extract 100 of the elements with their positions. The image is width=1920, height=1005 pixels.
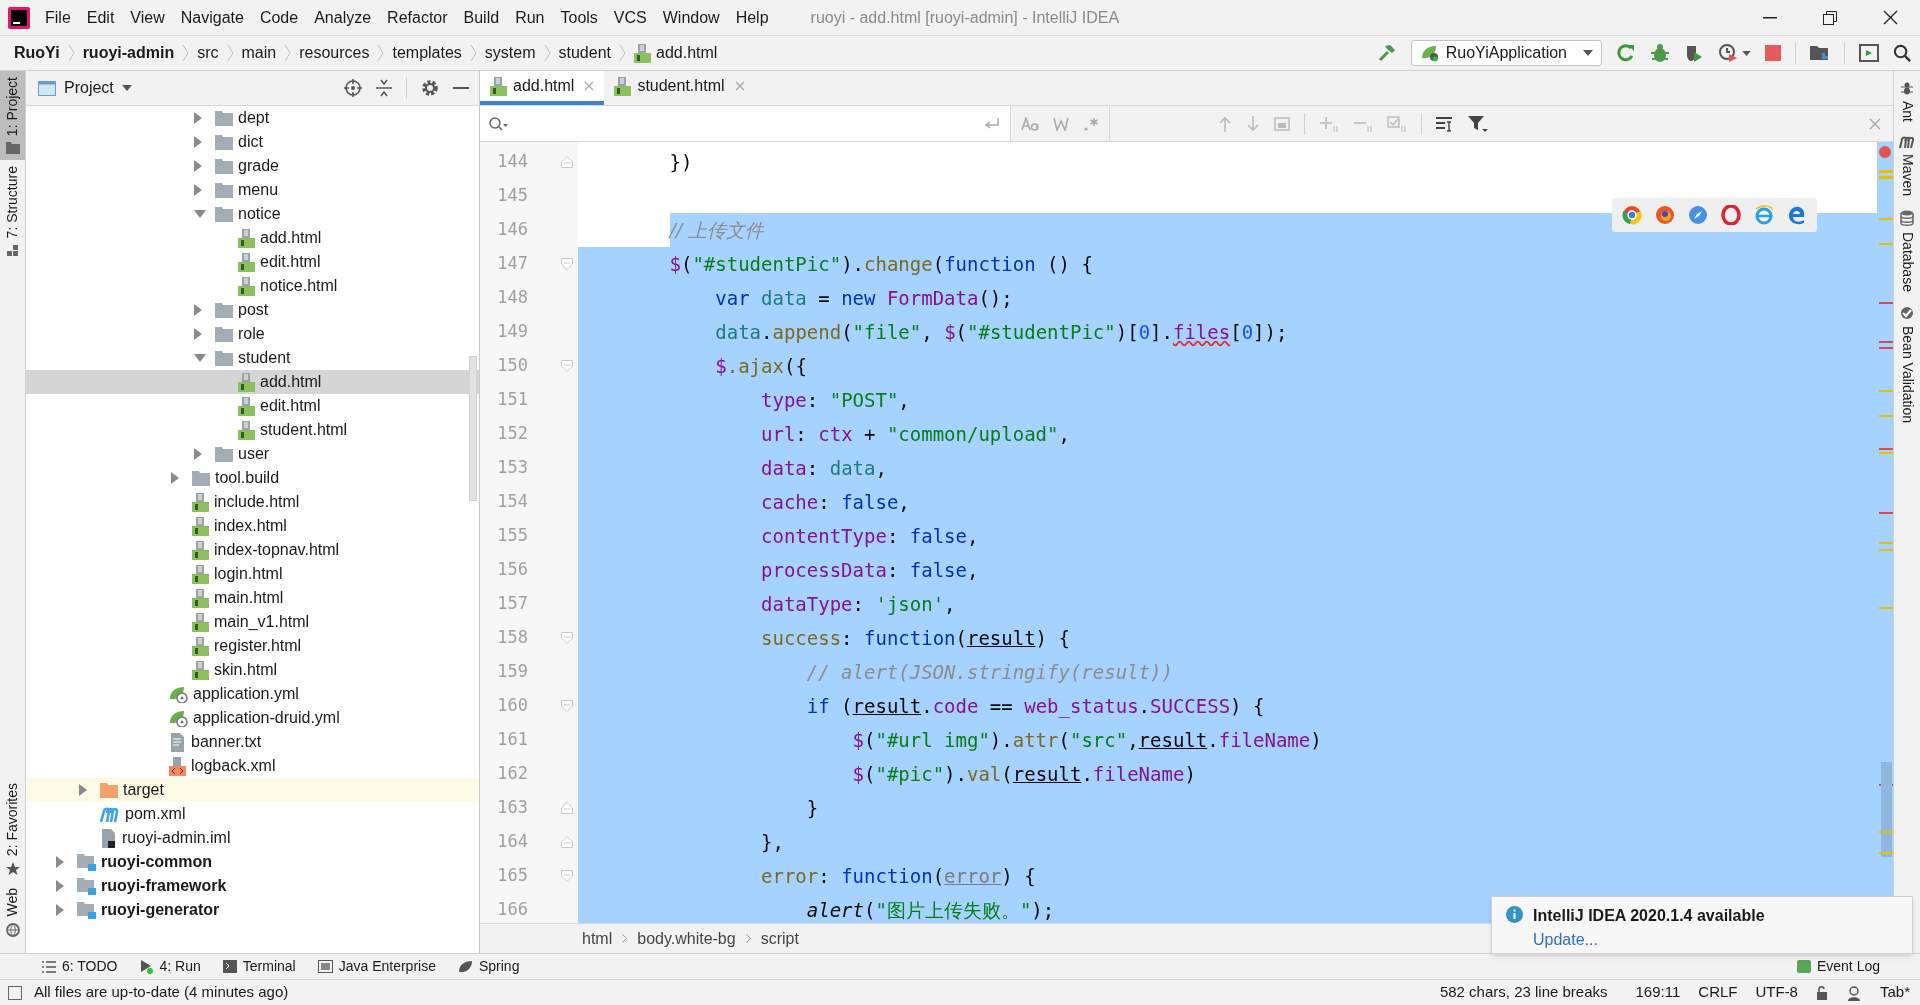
firefox-browser-icon[interactable]: [1655, 205, 1675, 225]
scrollbar-thumb[interactable]: [469, 356, 477, 501]
tree-item[interactable]: login.html: [26, 562, 479, 586]
main-menu-item[interactable]: Build: [455, 1, 508, 34]
collapse-icon[interactable]: [376, 79, 392, 97]
tree-item[interactable]: ruoyi-admin.iml: [26, 826, 479, 850]
project-structure-icon[interactable]: [1810, 44, 1830, 62]
tree-item[interactable]: add.html: [26, 226, 479, 250]
close-icon[interactable]: [1869, 117, 1881, 130]
collapsed-arrow-icon[interactable]: [194, 112, 202, 124]
tree-item[interactable]: student: [26, 346, 479, 370]
main-menu-item[interactable]: View: [122, 1, 173, 34]
tree-item[interactable]: notice: [26, 202, 479, 226]
tree-item[interactable]: ruoyi-generator: [26, 898, 479, 922]
breadcrumb-item[interactable]: main: [241, 41, 277, 65]
tree-item[interactable]: main.html: [26, 586, 479, 610]
opera-browser-icon[interactable]: [1721, 205, 1741, 225]
tree-item[interactable]: dict: [26, 130, 479, 154]
collapsed-arrow-icon[interactable]: [194, 304, 202, 316]
tree-item[interactable]: index-topnav.html: [26, 538, 479, 562]
expanded-arrow-icon[interactable]: [194, 354, 206, 362]
tree-item[interactable]: register.html: [26, 634, 479, 658]
collapsed-arrow-icon[interactable]: [194, 448, 202, 460]
tool-window-button[interactable]: 4: Run: [139, 956, 201, 977]
run-config-dropdown[interactable]: RuoYiApplication: [1410, 40, 1602, 66]
tool-window-tab[interactable]: Bean Validation: [1894, 296, 1920, 428]
whole-word-icon[interactable]: [1053, 116, 1069, 131]
tree-item[interactable]: index.html: [26, 514, 479, 538]
main-menu-item[interactable]: Run: [507, 1, 553, 34]
regex-icon[interactable]: [1083, 116, 1099, 131]
tree-item[interactable]: dept: [26, 106, 479, 130]
tool-window-tab[interactable]: Maven: [1894, 126, 1920, 201]
hammer-icon[interactable]: [1376, 43, 1397, 63]
tree-item[interactable]: main_v1.html: [26, 610, 479, 634]
close-icon[interactable]: [584, 81, 595, 91]
caret-icon[interactable]: [1742, 50, 1751, 56]
tree-item[interactable]: role: [26, 322, 479, 346]
tree-item[interactable]: student.html: [26, 418, 479, 442]
tree-item[interactable]: post: [26, 298, 479, 322]
target-icon[interactable]: [344, 79, 362, 97]
tool-window-tab[interactable]: Web: [0, 882, 25, 943]
tree-item[interactable]: edit.html: [26, 250, 479, 274]
coverage-icon[interactable]: [1684, 43, 1704, 63]
tree-item[interactable]: ruoyi-framework: [26, 874, 479, 898]
tree-item[interactable]: application-druid.yml: [26, 706, 479, 730]
match-case-icon[interactable]: [1021, 116, 1039, 131]
main-menu-item[interactable]: File: [37, 1, 79, 34]
tool-window-tab[interactable]: 7: Structure: [0, 160, 25, 263]
ie-browser-icon[interactable]: [1754, 205, 1774, 225]
breadcrumb-item[interactable]: src: [197, 41, 219, 65]
breadcrumb-item[interactable]: templates: [392, 41, 462, 65]
expanded-arrow-icon[interactable]: [194, 210, 206, 218]
close-icon[interactable]: [734, 81, 745, 91]
tree-item[interactable]: menu: [26, 178, 479, 202]
main-menu-item[interactable]: Help: [727, 1, 777, 34]
tool-window-tab[interactable]: 1: Project: [0, 71, 25, 161]
breadcrumb-item[interactable]: RuoYi: [14, 41, 60, 65]
tree-item[interactable]: include.html: [26, 490, 479, 514]
event-log-button[interactable]: Event Log: [1796, 956, 1880, 977]
tree-item[interactable]: pom.xml: [26, 802, 479, 826]
main-menu-item[interactable]: Window: [654, 1, 728, 34]
breadcrumb-item[interactable]: resources: [299, 41, 370, 65]
new-line-icon[interactable]: [984, 116, 1000, 131]
search-field[interactable]: [480, 106, 1011, 141]
collapsed-arrow-icon[interactable]: [79, 784, 87, 796]
tree-item[interactable]: banner.txt: [26, 730, 479, 754]
main-menu-item[interactable]: Navigate: [172, 1, 252, 34]
editor-tab[interactable]: student.html: [604, 71, 755, 105]
tool-window-tab[interactable]: Ant: [1894, 71, 1920, 126]
tool-window-tab[interactable]: Database: [1894, 200, 1920, 296]
lock-icon[interactable]: [1815, 985, 1828, 1000]
project-view-dropdown[interactable]: Project: [64, 76, 132, 100]
tree-item[interactable]: edit.html: [26, 394, 479, 418]
main-menu-item[interactable]: Code: [251, 1, 307, 34]
collapsed-arrow-icon[interactable]: [56, 880, 64, 892]
edge-browser-icon[interactable]: [1787, 205, 1807, 225]
collapsed-arrow-icon[interactable]: [194, 184, 202, 196]
indent-setting[interactable]: Tab*: [1879, 981, 1910, 1004]
status-toggle-icon[interactable]: [8, 985, 22, 1000]
search-icon[interactable]: [1893, 43, 1912, 63]
window-play-icon[interactable]: [1859, 44, 1879, 62]
tree-item[interactable]: user: [26, 442, 479, 466]
tree-item[interactable]: skin.html: [26, 658, 479, 682]
update-link[interactable]: Update...: [1533, 928, 1765, 952]
caret-position[interactable]: 169:11: [1635, 981, 1681, 1004]
main-menu-item[interactable]: Refactor: [379, 1, 456, 34]
hide-icon[interactable]: [453, 86, 469, 90]
tree-item[interactable]: notice.html: [26, 274, 479, 298]
tree-item[interactable]: logback.xml: [26, 754, 479, 778]
tree-item[interactable]: add.html: [26, 370, 479, 394]
profiler-icon[interactable]: [1718, 43, 1738, 63]
tool-window-button[interactable]: Spring: [457, 956, 520, 977]
tree-item[interactable]: grade: [26, 154, 479, 178]
line-separator[interactable]: CRLF: [1698, 981, 1738, 1004]
main-menu-item[interactable]: Analyze: [306, 1, 380, 34]
filter-icon[interactable]: [1468, 114, 1488, 133]
tree-item[interactable]: application.yml: [26, 682, 479, 706]
compass-browser-icon[interactable]: [1688, 205, 1708, 225]
breadcrumb-item[interactable]: ruoyi-admin: [82, 41, 175, 65]
main-menu-item[interactable]: VCS: [605, 1, 655, 34]
